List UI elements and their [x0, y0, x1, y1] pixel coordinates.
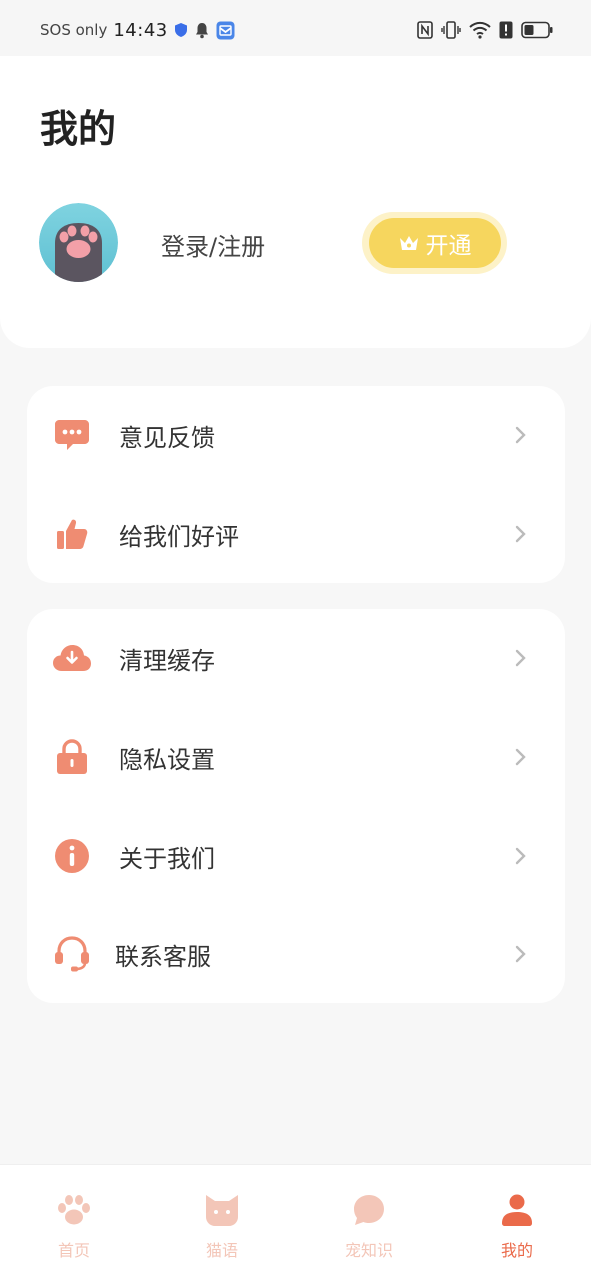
chevron-right-icon — [513, 747, 527, 767]
profile-header: 我的 登录/注册 开通 — [0, 56, 591, 348]
wifi-icon — [469, 21, 491, 39]
menu-item-privacy[interactable]: 隐私设置 — [27, 708, 565, 806]
battery-icon — [521, 21, 553, 39]
tab-label: 猫语 — [205, 1241, 238, 1260]
bottom-tab-bar: 首页 猫语 宠知识 我的 — [0, 1164, 591, 1280]
tab-cat-language[interactable]: 猫语 — [148, 1165, 296, 1280]
feedback-chat-icon — [52, 415, 92, 455]
vibrate-icon — [441, 21, 461, 39]
lock-icon — [52, 737, 92, 777]
menu-item-label: 给我们好评 — [119, 522, 239, 551]
avatar[interactable] — [39, 203, 118, 282]
chevron-right-icon — [513, 425, 527, 445]
login-register-link[interactable]: 登录/注册 — [161, 227, 265, 262]
tab-label: 首页 — [57, 1241, 90, 1260]
chat-bubble-icon — [350, 1191, 388, 1229]
menu-item-feedback[interactable]: 意见反馈 — [27, 386, 565, 484]
menu-item-clear-cache[interactable]: 清理缓存 — [27, 609, 565, 707]
menu-group-feedback: 意见反馈 给我们好评 — [27, 386, 565, 583]
info-icon — [52, 836, 92, 876]
vip-button-inner: 开通 — [368, 218, 501, 268]
paw-icon — [55, 1191, 93, 1229]
shield-icon — [174, 22, 188, 38]
app-notification-icon — [216, 21, 235, 40]
headset-icon — [52, 934, 92, 974]
cloud-download-icon — [52, 638, 92, 678]
alert-icon — [499, 21, 513, 39]
chevron-right-icon — [513, 524, 527, 544]
cat-face-icon — [203, 1191, 241, 1229]
chevron-right-icon — [513, 846, 527, 866]
menu-item-rate-us[interactable]: 给我们好评 — [27, 485, 565, 583]
carrier-status: SOS only — [40, 21, 108, 39]
vip-subscribe-button[interactable]: 开通 — [362, 212, 507, 274]
tab-label: 宠知识 — [344, 1241, 393, 1260]
status-bar: SOS only 14:43 — [0, 0, 591, 60]
status-right — [417, 21, 553, 39]
vip-button-label: 开通 — [425, 233, 472, 259]
tab-home[interactable]: 首页 — [0, 1165, 148, 1280]
menu-item-label: 隐私设置 — [119, 745, 215, 774]
screen: SOS only 14:43 我的 登录/注册 开通 意见反馈 给我们好评 清理… — [0, 0, 591, 1280]
menu-item-about-us[interactable]: 关于我们 — [27, 807, 565, 905]
menu-item-label: 清理缓存 — [119, 646, 215, 675]
page-title: 我的 — [40, 107, 117, 151]
nfc-icon — [417, 21, 433, 39]
crown-icon — [398, 234, 420, 252]
tab-mine[interactable]: 我的 — [443, 1165, 591, 1280]
person-icon — [498, 1191, 536, 1229]
tab-pet-knowledge[interactable]: 宠知识 — [295, 1165, 443, 1280]
menu-item-label: 关于我们 — [119, 844, 215, 873]
thumbs-up-icon — [52, 514, 92, 554]
tab-label: 我的 — [500, 1241, 533, 1260]
menu-group-settings: 清理缓存 隐私设置 关于我们 联系客服 — [27, 609, 565, 1003]
chevron-right-icon — [513, 648, 527, 668]
bell-icon — [194, 22, 210, 39]
menu-item-label: 意见反馈 — [119, 423, 215, 452]
menu-item-customer-service[interactable]: 联系客服 — [27, 905, 565, 1003]
clock: 14:43 — [113, 19, 168, 41]
chevron-right-icon — [513, 944, 527, 964]
status-left: SOS only 14:43 — [40, 20, 235, 41]
menu-item-label: 联系客服 — [115, 942, 211, 971]
